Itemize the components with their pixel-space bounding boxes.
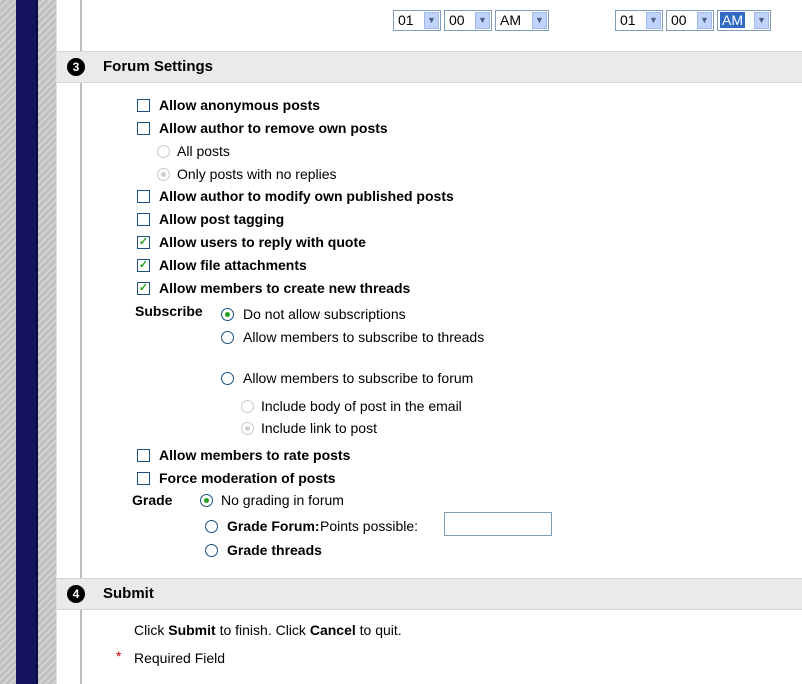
remove-all-radio[interactable]	[157, 145, 170, 158]
step-number-4: 4	[67, 585, 85, 603]
subscribe-forum-radio[interactable]	[221, 372, 234, 385]
allow-remove-label: Allow author to remove own posts	[159, 120, 388, 136]
grade-forum-radio[interactable]	[205, 520, 218, 533]
left-navigation-edge	[36, 0, 38, 684]
required-asterisk: *	[116, 648, 122, 664]
allow-attachments-checkbox[interactable]: ✓	[137, 259, 150, 272]
points-possible-input[interactable]	[444, 512, 552, 536]
end-hour-select[interactable]: 01 ▼	[615, 10, 663, 31]
grade-threads-radio[interactable]	[205, 544, 218, 557]
subscribe-threads-label: Allow members to subscribe to threads	[243, 329, 485, 345]
allow-quote-checkbox[interactable]: ✓	[137, 236, 150, 249]
instr-cancel: Cancel	[309, 622, 356, 638]
start-hour-value: 01	[398, 12, 414, 28]
points-possible-label: Points possible:	[320, 518, 419, 534]
include-body-radio[interactable]	[241, 400, 254, 413]
start-ampm-value: AM	[500, 12, 521, 28]
allow-rate-checkbox[interactable]	[137, 449, 150, 462]
grade-none-label: No grading in forum	[221, 492, 344, 508]
grade-threads-label: Grade threads	[227, 542, 322, 558]
start-minute-value: 00	[449, 12, 465, 28]
allow-rate-label: Allow members to rate posts	[159, 447, 351, 463]
submit-header: 4 Submit	[57, 578, 802, 610]
forum-settings-title: Forum Settings	[103, 58, 214, 75]
allow-modify-label: Allow author to modify own published pos…	[159, 188, 454, 204]
force-moderation-checkbox[interactable]	[137, 472, 150, 485]
allow-attachments-label: Allow file attachments	[159, 257, 307, 273]
allow-tagging-label: Allow post tagging	[159, 211, 285, 227]
required-field-label: Required Field	[134, 650, 226, 666]
subscribe-forum-label: Allow members to subscribe to forum	[243, 370, 474, 386]
grade-none-radio[interactable]	[200, 494, 213, 507]
chevron-down-icon: ▼	[646, 12, 661, 29]
subscribe-none-label: Do not allow subscriptions	[243, 306, 406, 322]
subscribe-threads-radio[interactable]	[221, 331, 234, 344]
chevron-down-icon: ▼	[475, 12, 490, 29]
start-ampm-select[interactable]: AM ▼	[495, 10, 549, 31]
grade-label: Grade	[132, 492, 173, 508]
submit-instructions: Click Submit to finish. Click Cancel to …	[134, 622, 402, 638]
allow-tagging-checkbox[interactable]	[137, 213, 150, 226]
instr-text-2: to finish. Click	[215, 622, 310, 638]
chevron-down-icon: ▼	[754, 12, 769, 29]
submit-title: Submit	[103, 585, 154, 602]
allow-anonymous-label: Allow anonymous posts	[159, 97, 321, 113]
forum-settings-header: 3 Forum Settings	[57, 51, 802, 83]
remove-no-replies-label: Only posts with no replies	[177, 166, 337, 182]
remove-no-replies-radio[interactable]	[157, 168, 170, 181]
instr-text-1: Click	[134, 622, 169, 638]
chevron-down-icon: ▼	[697, 12, 712, 29]
end-ampm-select[interactable]: AM ▼	[717, 10, 771, 31]
instr-text-3: to quit.	[355, 622, 402, 638]
subscribe-label: Subscribe	[135, 303, 203, 319]
allow-modify-checkbox[interactable]	[137, 190, 150, 203]
subscribe-none-radio[interactable]	[221, 308, 234, 321]
allow-quote-label: Allow users to reply with quote	[159, 234, 366, 250]
end-ampm-value: AM	[720, 12, 745, 28]
grade-forum-label: Grade Forum:	[227, 518, 320, 534]
force-moderation-label: Force moderation of posts	[159, 470, 336, 486]
remove-all-label: All posts	[177, 143, 230, 159]
chevron-down-icon: ▼	[532, 12, 547, 29]
chevron-down-icon: ▼	[424, 12, 439, 29]
allow-new-threads-label: Allow members to create new threads	[159, 280, 411, 296]
instr-submit: Submit	[168, 622, 216, 638]
end-minute-select[interactable]: 00 ▼	[666, 10, 714, 31]
allow-new-threads-checkbox[interactable]: ✓	[137, 282, 150, 295]
start-hour-select[interactable]: 01 ▼	[393, 10, 441, 31]
step-number-3: 3	[67, 58, 85, 76]
start-minute-select[interactable]: 00 ▼	[444, 10, 492, 31]
include-body-label: Include body of post in the email	[261, 398, 462, 414]
left-navigation-bar	[16, 0, 36, 684]
end-hour-value: 01	[620, 12, 636, 28]
include-link-label: Include link to post	[261, 420, 377, 436]
allow-anonymous-checkbox[interactable]	[137, 99, 150, 112]
end-minute-value: 00	[671, 12, 687, 28]
allow-remove-checkbox[interactable]	[137, 122, 150, 135]
include-link-radio[interactable]	[241, 422, 254, 435]
